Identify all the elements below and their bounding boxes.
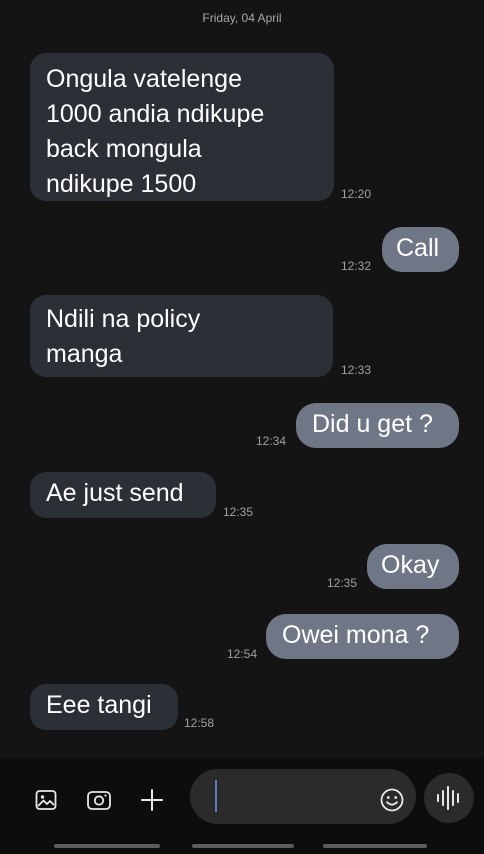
message-bubble-outgoing[interactable]: Call bbox=[382, 227, 459, 272]
chat-screen: Friday, 04 April Ongula vatelenge 1000 a… bbox=[0, 0, 484, 854]
voice-record-button[interactable] bbox=[424, 773, 474, 823]
gallery-icon[interactable] bbox=[34, 788, 58, 817]
message-time: 12:58 bbox=[184, 716, 215, 730]
message-bubble-incoming[interactable]: Ndili na policy manga bbox=[30, 295, 333, 377]
nav-bar-right[interactable] bbox=[323, 844, 427, 848]
nav-bar-left[interactable] bbox=[54, 844, 160, 848]
message-bubble-outgoing[interactable]: Okay bbox=[367, 544, 459, 589]
message-bubble-outgoing[interactable]: Owei mona ? bbox=[266, 614, 459, 659]
message-time: 12:35 bbox=[327, 576, 358, 590]
text-cursor bbox=[215, 780, 217, 812]
message-time: 12:34 bbox=[256, 434, 287, 448]
message-bubble-incoming[interactable]: Eee tangi bbox=[30, 684, 178, 730]
camera-icon[interactable] bbox=[86, 788, 112, 817]
emoji-icon[interactable] bbox=[379, 787, 405, 818]
voice-wave-icon bbox=[437, 786, 459, 810]
message-bubble-incoming[interactable]: Ae just send bbox=[30, 472, 216, 518]
message-bubble-outgoing[interactable]: Did u get ? bbox=[296, 403, 459, 448]
message-time: 12:35 bbox=[223, 505, 254, 519]
message-time: 12:32 bbox=[341, 259, 372, 273]
add-icon[interactable] bbox=[140, 788, 164, 817]
message-bubble-incoming[interactable]: Ongula vatelenge 1000 andia ndikupe back… bbox=[30, 53, 334, 201]
message-time: 12:54 bbox=[227, 647, 258, 661]
nav-bar-center[interactable] bbox=[192, 844, 294, 848]
message-time: 12:33 bbox=[341, 363, 372, 377]
message-time: 12:20 bbox=[341, 187, 372, 201]
date-header: Friday, 04 April bbox=[202, 11, 282, 25]
